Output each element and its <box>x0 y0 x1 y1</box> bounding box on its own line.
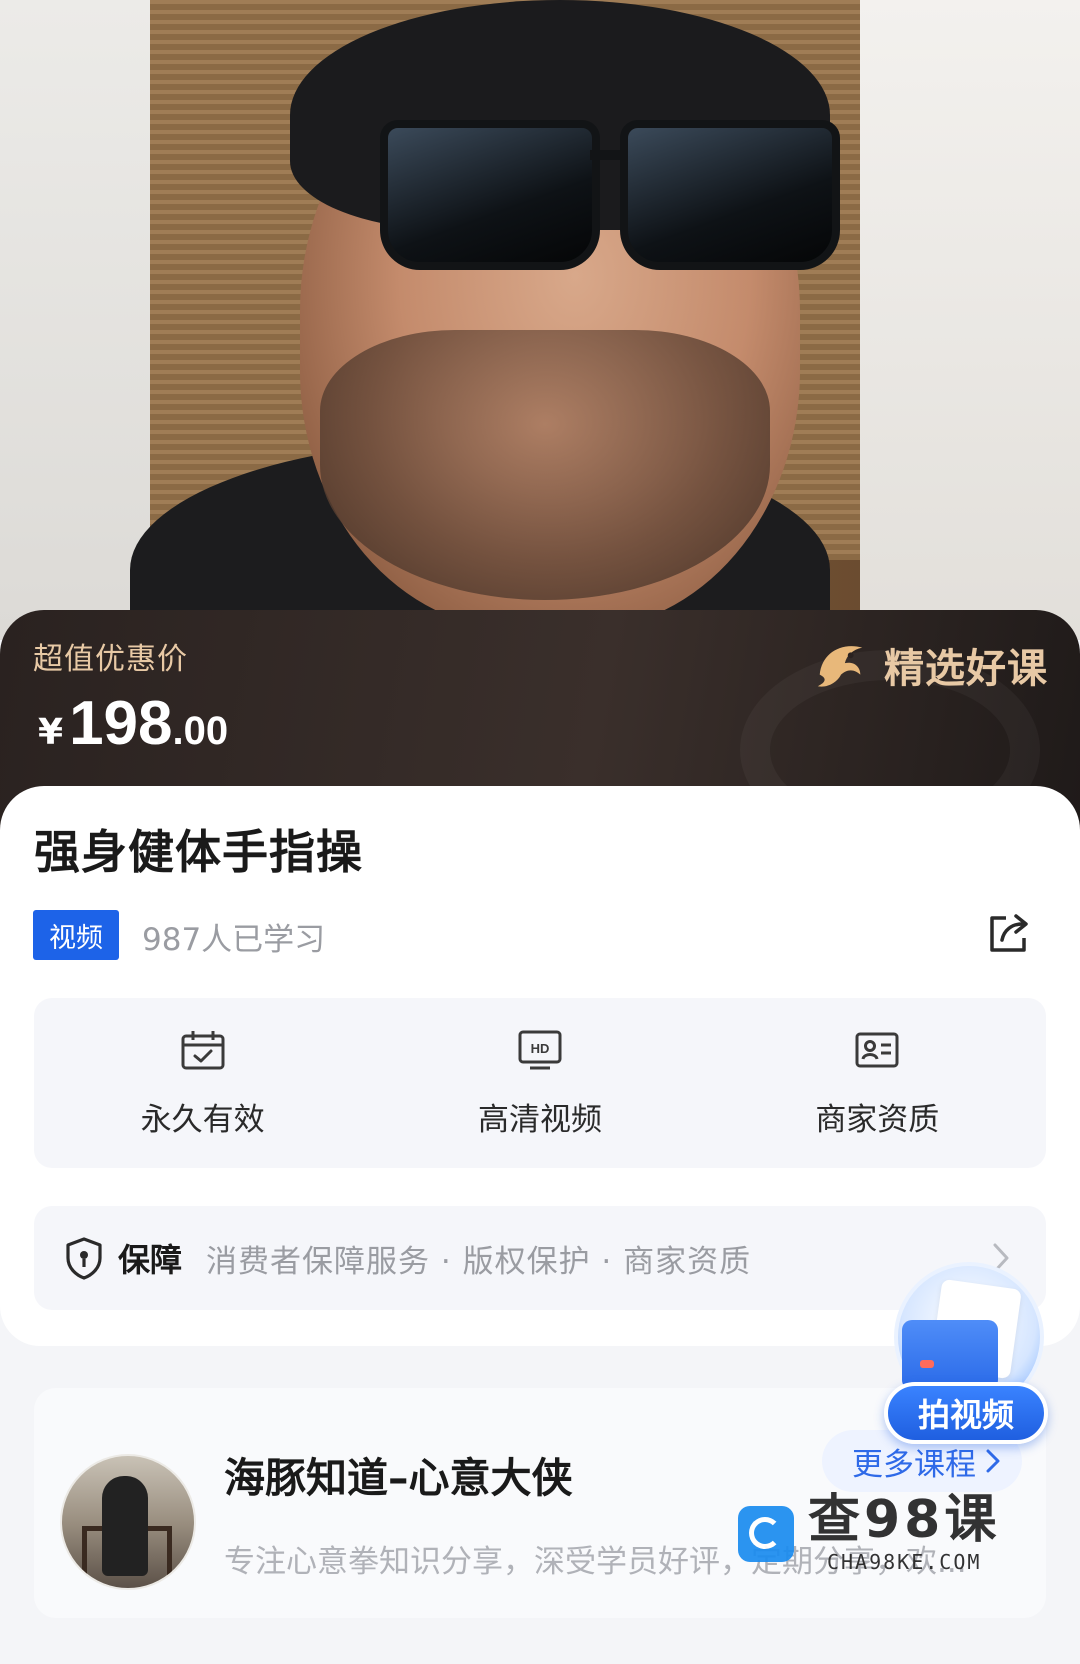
feature-merchant-credentials[interactable]: 商家资质 <box>709 998 1046 1168</box>
watermark-main: 查98课 <box>808 1490 1001 1550</box>
share-icon[interactable] <box>984 908 1034 958</box>
shield-icon <box>66 1237 102 1280</box>
feature-strip: 永久有效 HD 高清视频 商家资质 <box>34 998 1046 1168</box>
price-value: ¥ 198 .00 <box>38 688 228 759</box>
guarantee-title: 保障 <box>118 1241 183 1279</box>
price-decimal: .00 <box>172 709 229 753</box>
learner-count: 987人已学习 <box>142 922 326 958</box>
chevron-right-icon <box>986 1449 1000 1473</box>
price-currency: ¥ <box>38 712 64 753</box>
avatar-person <box>102 1476 148 1576</box>
cover-sunglasses-right <box>620 120 840 270</box>
dolphin-logo-icon <box>817 646 863 687</box>
svg-text:HD: HD <box>531 1041 550 1056</box>
watermark: 查98课 CHA98KE.COM <box>738 1494 1000 1574</box>
shoot-video-button[interactable]: 拍视频 <box>884 1382 1048 1444</box>
shoot-video-fab[interactable]: 拍视频 <box>884 1262 1052 1447</box>
feature-permanent[interactable]: 永久有效 <box>34 998 371 1168</box>
fab-folder-icon <box>902 1320 998 1390</box>
content-type-tag: 视频 <box>33 910 119 960</box>
watermark-sub: CHA98KE.COM <box>826 1550 982 1574</box>
premium-badge-label: 精选好课 <box>884 646 1048 692</box>
watermark-text: 查98课 CHA98KE.COM <box>808 1494 1000 1574</box>
premium-course-badge: 精选好课 <box>812 636 1048 694</box>
feature-hd-video[interactable]: HD 高清视频 <box>371 998 708 1168</box>
feature-label: 商家资质 <box>815 1101 940 1138</box>
calendar-check-icon <box>181 1030 225 1069</box>
watermark-logo-icon <box>738 1506 794 1562</box>
price-label: 超值优惠价 <box>33 642 188 677</box>
author-name: 海豚知道–心意大侠 <box>224 1454 573 1502</box>
feature-label: 永久有效 <box>140 1101 265 1138</box>
hd-video-icon: HD <box>518 1030 562 1069</box>
author-avatar[interactable] <box>60 1454 196 1590</box>
price-integer: 198 <box>69 689 173 758</box>
cover-sunglasses-left <box>380 120 600 270</box>
id-card-icon <box>855 1032 899 1067</box>
feature-label: 高清视频 <box>477 1101 602 1138</box>
guarantee-text: 消费者保障服务 · 版权保护 · 商家资质 <box>206 1243 752 1280</box>
course-title: 强身健体手指操 <box>34 825 363 879</box>
course-cover-image[interactable] <box>0 0 1080 640</box>
cover-wall-right <box>860 0 1080 640</box>
cover-beard <box>320 330 770 600</box>
